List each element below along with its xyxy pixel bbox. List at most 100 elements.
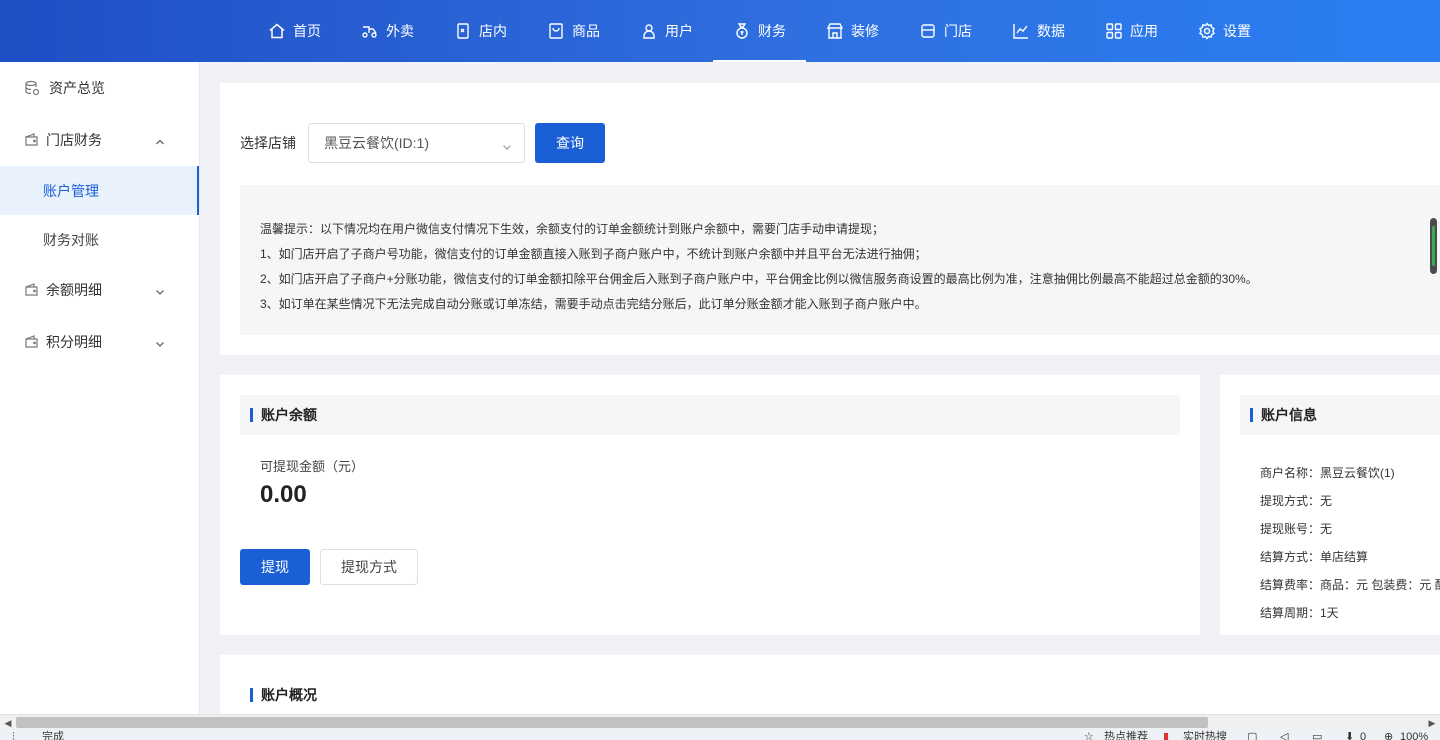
download-count: 0 bbox=[1360, 731, 1367, 740]
sidebar: 资产总览 门店财务 账户管理 财务对账 余额明细 积分明细 bbox=[0, 62, 200, 714]
realtime-hot-icon[interactable]: ▮ bbox=[1163, 731, 1169, 740]
nav-label: 门店 bbox=[944, 23, 972, 39]
store-filter-card: 选择店铺 黑豆云餐饮(ID:1) 查询 温馨提示：以下情况均在用户微信支付情况下… bbox=[220, 83, 1440, 355]
notice-box: 温馨提示：以下情况均在用户微信支付情况下生效，余额支付的订单金额统计到账户余额中… bbox=[240, 185, 1440, 335]
store-select-label: 选择店铺 bbox=[240, 135, 296, 151]
sidebar-item-label: 门店财务 bbox=[46, 132, 102, 148]
gear-icon bbox=[1198, 22, 1216, 40]
account-balance-card: 账户余额 可提现金额（元） 0.00 提现 提现方式 bbox=[220, 375, 1200, 635]
status-text: 完成 bbox=[42, 731, 64, 740]
nav-label: 装修 bbox=[851, 23, 879, 39]
chevron-down-icon bbox=[155, 336, 165, 347]
nav-label: 用户 bbox=[665, 23, 693, 39]
zoom-icon[interactable]: ⊕ bbox=[1384, 731, 1393, 740]
nav-item-decoration[interactable]: 装修 bbox=[806, 0, 899, 62]
top-navigation: 首页 外卖 店内 商品 用户 财务 装修 门店 数据 应用 设置 bbox=[0, 0, 1440, 62]
sidebar-item-label: 财务对账 bbox=[43, 231, 99, 248]
nav-item-store[interactable]: 门店 bbox=[899, 0, 992, 62]
sidebar-item-balance-detail[interactable]: 余额明细 bbox=[0, 264, 199, 316]
nav-label: 应用 bbox=[1130, 23, 1158, 39]
section-title: 账户概况 bbox=[240, 675, 1440, 715]
store-icon bbox=[919, 22, 937, 40]
nav-item-finance[interactable]: 财务 bbox=[713, 0, 806, 62]
vertical-scrollbar[interactable] bbox=[1430, 218, 1437, 274]
database-icon bbox=[24, 80, 40, 96]
nav-item-dine-in[interactable]: 店内 bbox=[434, 0, 527, 62]
nav-item-home[interactable]: 首页 bbox=[248, 0, 341, 62]
hot-recommend-icon[interactable]: ☆ bbox=[1084, 731, 1094, 740]
chevron-up-icon bbox=[155, 134, 165, 145]
download-icon[interactable]: ⬇ bbox=[1345, 731, 1354, 740]
nav-item-user[interactable]: 用户 bbox=[620, 0, 713, 62]
hot-recommend-link[interactable]: 热点推荐 bbox=[1104, 731, 1148, 740]
nav-label: 店内 bbox=[479, 23, 507, 39]
nav-item-goods[interactable]: 商品 bbox=[527, 0, 620, 62]
horizontal-scrollbar[interactable]: ◀ ▶ bbox=[0, 714, 1440, 730]
speaker-icon[interactable]: ◁ bbox=[1280, 731, 1288, 740]
sidebar-item-store-finance[interactable]: 门店财务 bbox=[0, 114, 199, 166]
store-filter-row: 选择店铺 黑豆云餐饮(ID:1) 查询 bbox=[240, 123, 605, 163]
withdraw-button[interactable]: 提现 bbox=[240, 549, 310, 585]
query-button[interactable]: 查询 bbox=[535, 123, 605, 163]
sidebar-item-label: 账户管理 bbox=[43, 182, 99, 199]
nav-label: 数据 bbox=[1037, 23, 1065, 39]
notice-line: 3、如订单在某些情况下无法完成自动分账或订单冻结，需要手动点击完结分账后，此订单… bbox=[260, 297, 927, 311]
zoom-level[interactable]: 100% bbox=[1400, 731, 1428, 740]
shield-icon[interactable]: ▢ bbox=[1247, 731, 1257, 740]
store-select-value: 黑豆云餐饮(ID:1) bbox=[324, 135, 429, 151]
nav-label: 外卖 bbox=[386, 23, 414, 39]
merchant-name: 商户名称：黑豆云餐饮(1) bbox=[1260, 466, 1395, 480]
settlement-rate: 结算费率：商品：元 包装费：元 配 bbox=[1260, 578, 1440, 592]
withdrawable-label: 可提现金额（元） bbox=[260, 459, 365, 474]
home-icon bbox=[268, 22, 286, 40]
wallet-icon bbox=[24, 282, 40, 298]
settlement-cycle: 结算周期：1天 bbox=[1260, 606, 1339, 620]
account-info-list: 商户名称：黑豆云餐饮(1) 提现方式：无 提现账号：无 结算方式：单店结算 结算… bbox=[1260, 459, 1440, 627]
realtime-hot-link[interactable]: 实时热搜 bbox=[1183, 731, 1227, 740]
nav-label: 财务 bbox=[758, 23, 786, 39]
notice-line: 温馨提示：以下情况均在用户微信支付情况下生效，余额支付的订单金额统计到账户余额中… bbox=[260, 222, 885, 236]
withdraw-method: 提现方式：无 bbox=[1260, 494, 1333, 508]
wallet-icon bbox=[24, 334, 40, 350]
nav-label: 设置 bbox=[1223, 23, 1251, 39]
user-icon bbox=[640, 22, 658, 40]
nav-item-data[interactable]: 数据 bbox=[992, 0, 1085, 62]
nav-item-apps[interactable]: 应用 bbox=[1085, 0, 1178, 62]
finance-icon bbox=[733, 22, 751, 40]
decoration-icon bbox=[826, 22, 844, 40]
withdraw-method-button[interactable]: 提现方式 bbox=[320, 549, 418, 585]
top-nav-items: 首页 外卖 店内 商品 用户 财务 装修 门店 数据 应用 设置 bbox=[248, 0, 1271, 62]
settlement-method: 结算方式：单店结算 bbox=[1260, 550, 1369, 564]
nav-label: 商品 bbox=[572, 23, 600, 39]
nav-label: 首页 bbox=[293, 23, 321, 39]
goods-icon bbox=[547, 22, 565, 40]
sidebar-item-label: 资产总览 bbox=[49, 80, 105, 96]
sidebar-item-label: 余额明细 bbox=[46, 282, 102, 298]
account-info-card: 账户信息 商户名称：黑豆云餐饮(1) 提现方式：无 提现账号：无 结算方式：单店… bbox=[1220, 375, 1440, 635]
withdrawable-amount: 0.00 bbox=[260, 481, 307, 508]
section-title: 账户余额 bbox=[240, 395, 1180, 435]
scroll-right-icon[interactable]: ▶ bbox=[1427, 718, 1437, 728]
withdraw-account: 提现账号：无 bbox=[1260, 522, 1333, 536]
nav-item-settings[interactable]: 设置 bbox=[1178, 0, 1271, 62]
sidebar-item-points-detail[interactable]: 积分明细 bbox=[0, 316, 199, 368]
nav-item-delivery[interactable]: 外卖 bbox=[341, 0, 434, 62]
wallet-icon bbox=[24, 132, 40, 148]
scroll-left-icon[interactable]: ◀ bbox=[3, 718, 13, 728]
sidebar-item-label: 积分明细 bbox=[46, 334, 102, 350]
apps-icon bbox=[1105, 22, 1123, 40]
notice-line: 1、如门店开启了子商户号功能，微信支付的订单金额直接入账到子商户账户中，不统计到… bbox=[260, 247, 927, 261]
store-select[interactable]: 黑豆云餐饮(ID:1) bbox=[308, 123, 525, 163]
status-icon: ⫶ bbox=[12, 731, 15, 740]
chevron-down-icon bbox=[155, 284, 165, 295]
notice-line: 2、如门店开启了子商户+分账功能，微信支付的订单金额扣除平台佣金后入账到子商户账… bbox=[260, 272, 1258, 286]
dine-in-icon bbox=[454, 22, 472, 40]
sidebar-item-asset-overview[interactable]: 资产总览 bbox=[0, 62, 199, 114]
sidebar-item-reconciliation[interactable]: 财务对账 bbox=[0, 215, 199, 264]
horizontal-scroll-thumb[interactable] bbox=[16, 717, 1208, 728]
printer-icon[interactable]: ▭ bbox=[1312, 731, 1322, 740]
browser-status-bar: ⫶ 完成 ☆ 热点推荐 ▮ 实时热搜 ▢ ◁ ▭ ⬇ 0 ⊕ 100% bbox=[0, 730, 1440, 740]
section-title: 账户信息 bbox=[1240, 395, 1440, 435]
chevron-down-icon bbox=[502, 139, 512, 150]
sidebar-item-account-management[interactable]: 账户管理 bbox=[0, 166, 199, 215]
